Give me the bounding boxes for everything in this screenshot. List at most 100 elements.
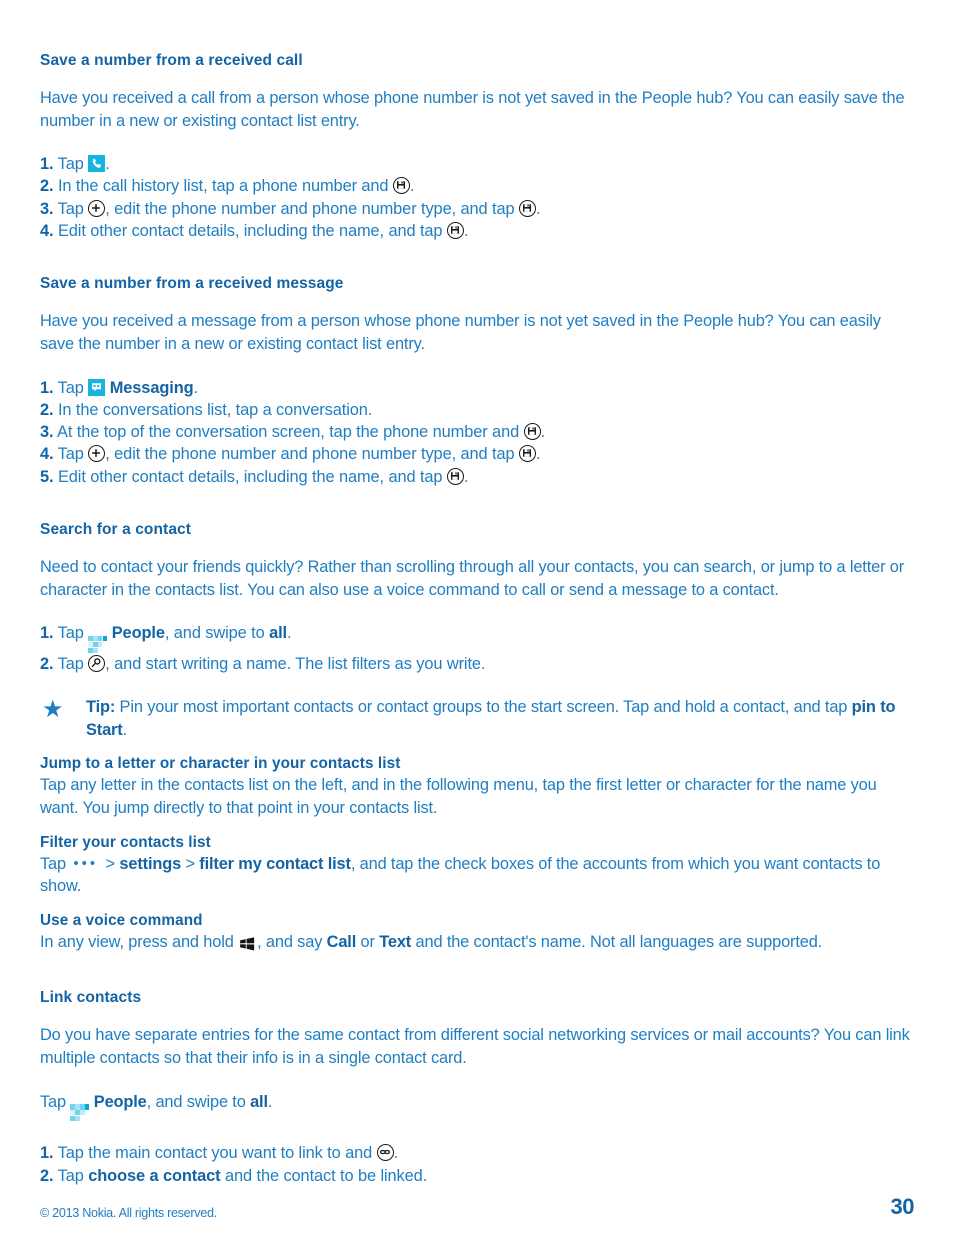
people-tile-icon bbox=[70, 1104, 90, 1122]
section-title-link-contacts: Link contacts bbox=[40, 989, 142, 1007]
step-item: 1. Tap . bbox=[40, 153, 914, 175]
step-text-tail: . bbox=[193, 378, 199, 397]
step-number: 1. bbox=[40, 624, 54, 643]
step-text: Tap bbox=[57, 1166, 89, 1185]
plus-icon bbox=[88, 199, 106, 217]
step-text-tail: . bbox=[287, 624, 292, 643]
phone-tile-icon bbox=[88, 155, 106, 173]
step-item: 2. Tap , and start writing a name. The l… bbox=[40, 653, 914, 675]
step-item: 3. Tap , edit the phone number and phone… bbox=[40, 198, 914, 220]
step-number: 4. bbox=[40, 222, 54, 241]
step-number: 1. bbox=[40, 155, 54, 174]
filter-bold-filter-my-contact-list: filter my contact list bbox=[199, 854, 351, 873]
voice-bold-call: Call bbox=[326, 932, 357, 951]
more-ellipsis-icon: ••• bbox=[73, 854, 99, 872]
people-tile-icon bbox=[88, 635, 108, 653]
step-text: Tap bbox=[57, 199, 89, 218]
step-text-tail: . bbox=[409, 177, 415, 196]
step-text: Edit other contact details, including th… bbox=[57, 222, 447, 241]
step-text-tail: . bbox=[105, 155, 110, 174]
save-icon bbox=[392, 177, 410, 195]
step-bold-people: People bbox=[111, 624, 165, 643]
step-text-mid: and the contact to be linked. bbox=[220, 1166, 428, 1185]
step-bold-all: all bbox=[269, 624, 288, 643]
step-text: Tap bbox=[57, 445, 89, 464]
page-number: 30 bbox=[890, 1194, 915, 1219]
subsection-text-jump-to-letter: Tap any letter in the contacts list on t… bbox=[40, 776, 877, 817]
save-icon bbox=[523, 423, 541, 441]
save-icon bbox=[446, 467, 464, 485]
tap-line-bold-people: People bbox=[93, 1092, 147, 1111]
step-number: 2. bbox=[40, 177, 54, 196]
tap-line-bold-all: all bbox=[250, 1092, 268, 1111]
subsection-title-voice-command: Use a voice command bbox=[40, 911, 203, 929]
step-item: 1. Tap the main contact you want to link… bbox=[40, 1142, 914, 1164]
tip-label: Tip: bbox=[86, 698, 116, 717]
step-number: 4. bbox=[40, 445, 54, 464]
tip-text-before: Pin your most important contacts or cont… bbox=[115, 698, 852, 717]
voice-line-start: In any view, press and hold bbox=[40, 932, 239, 951]
filter-bold-settings: settings bbox=[119, 854, 182, 873]
step-item: 4. Tap , edit the phone number and phone… bbox=[40, 443, 914, 465]
voice-sep: or bbox=[356, 932, 380, 951]
step-item: 2. In the conversations list, tap a conv… bbox=[40, 399, 914, 421]
plus-icon bbox=[88, 445, 106, 463]
step-text-mid: , and swipe to bbox=[164, 624, 270, 643]
step-text-mid: , and start writing a name. The list fil… bbox=[105, 654, 486, 673]
star-icon: ★ bbox=[42, 696, 64, 724]
step-text-tail: . bbox=[540, 423, 546, 442]
step-text-tail: . bbox=[535, 445, 541, 464]
step-item: 3. At the top of the conversation screen… bbox=[40, 421, 914, 443]
subsection-title-filter-contacts: Filter your contacts list bbox=[40, 833, 211, 851]
step-number: 3. bbox=[40, 199, 54, 218]
step-text-mid: , edit the phone number and phone number… bbox=[105, 445, 519, 464]
step-text-tail: . bbox=[535, 199, 541, 218]
subsection-title-jump-to-letter: Jump to a letter or character in your co… bbox=[40, 755, 401, 773]
tip-text-after: . bbox=[122, 720, 128, 739]
messaging-tile-icon bbox=[88, 378, 106, 396]
step-text: Tap bbox=[57, 624, 89, 643]
steps-search-contact: 1. Tap People, and swipe to all. 2. Tap … bbox=[40, 622, 914, 675]
step-text-tail: . bbox=[463, 222, 469, 241]
step-text: Tap bbox=[57, 155, 89, 174]
link-contacts-tap-line: Tap People, and swipe to all. bbox=[40, 1091, 914, 1122]
save-icon bbox=[518, 445, 536, 463]
search-icon bbox=[88, 654, 106, 672]
step-text: Tap the main contact you want to link to… bbox=[57, 1144, 377, 1163]
step-text: At the top of the conversation screen, t… bbox=[57, 423, 524, 442]
document-page: Save a number from a received call Have … bbox=[0, 0, 954, 1258]
step-number: 3. bbox=[40, 423, 54, 442]
step-number: 1. bbox=[40, 1144, 54, 1163]
filter-line-start: Tap bbox=[40, 854, 71, 873]
step-number: 2. bbox=[40, 400, 54, 419]
section-intro-link-contacts: Do you have separate entries for the sam… bbox=[40, 1026, 910, 1067]
page-footer: © 2013 Nokia. All rights reserved. 30 bbox=[40, 1194, 915, 1220]
steps-save-from-call: 1. Tap . 2. In the call history list, ta… bbox=[40, 153, 914, 242]
section-title-search-contact: Search for a contact bbox=[40, 521, 192, 539]
step-item: 5. Edit other contact details, including… bbox=[40, 466, 914, 488]
section-title-save-from-message: Save a number from a received message bbox=[40, 275, 344, 293]
step-number: 5. bbox=[40, 467, 54, 486]
step-text: In the conversations list, tap a convers… bbox=[57, 400, 373, 419]
subsection-text-filter-contacts: Tap ••• > settings > filter my contact l… bbox=[40, 853, 914, 898]
tip-text: Tip: Pin your most important contacts or… bbox=[86, 696, 914, 741]
tip-block: ★ Tip: Pin your most important contacts … bbox=[40, 696, 914, 741]
tap-line-mid: , and swipe to bbox=[146, 1092, 251, 1111]
step-text: Tap bbox=[57, 654, 89, 673]
step-bold: Messaging bbox=[109, 378, 194, 397]
tap-line-post: . bbox=[267, 1092, 273, 1111]
step-number: 1. bbox=[40, 378, 54, 397]
tap-line-pre: Tap bbox=[40, 1092, 71, 1111]
voice-bold-text: Text bbox=[379, 932, 412, 951]
save-icon bbox=[446, 222, 464, 240]
step-text-mid: , edit the phone number and phone number… bbox=[105, 199, 519, 218]
step-text-tail: . bbox=[463, 467, 469, 486]
copyright-text: © 2013 Nokia. All rights reserved. bbox=[40, 1206, 217, 1220]
